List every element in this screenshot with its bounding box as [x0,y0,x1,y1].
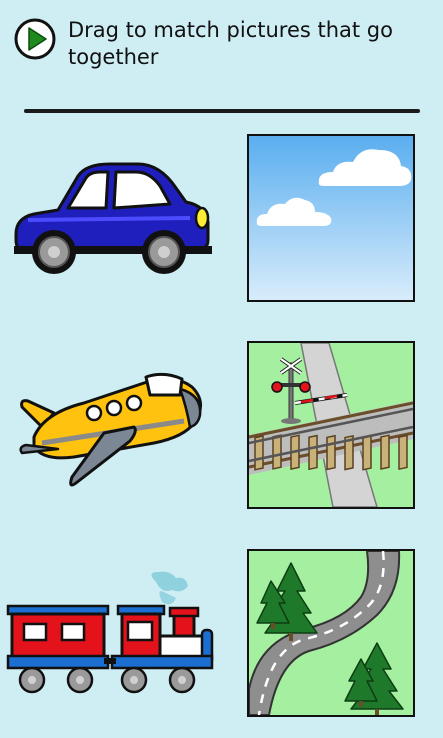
airplane-picture[interactable] [14,365,209,490]
train-icon [6,571,214,694]
airplane-icon [19,372,202,487]
play-icon [14,18,56,60]
sky-tile[interactable] [247,134,415,302]
play-button[interactable] [14,18,56,60]
sky-with-clouds-icon [249,136,413,300]
railroad-crossing-icon [249,343,413,507]
car-picture[interactable] [10,160,215,280]
car-icon [14,162,212,274]
railroad-crossing-tile[interactable] [247,341,415,509]
train-picture[interactable] [6,568,218,700]
instruction-text: Drag to match pictures that go together [68,18,393,69]
winding-road-icon [249,551,413,715]
road-tile[interactable] [247,549,415,717]
divider [24,109,420,113]
